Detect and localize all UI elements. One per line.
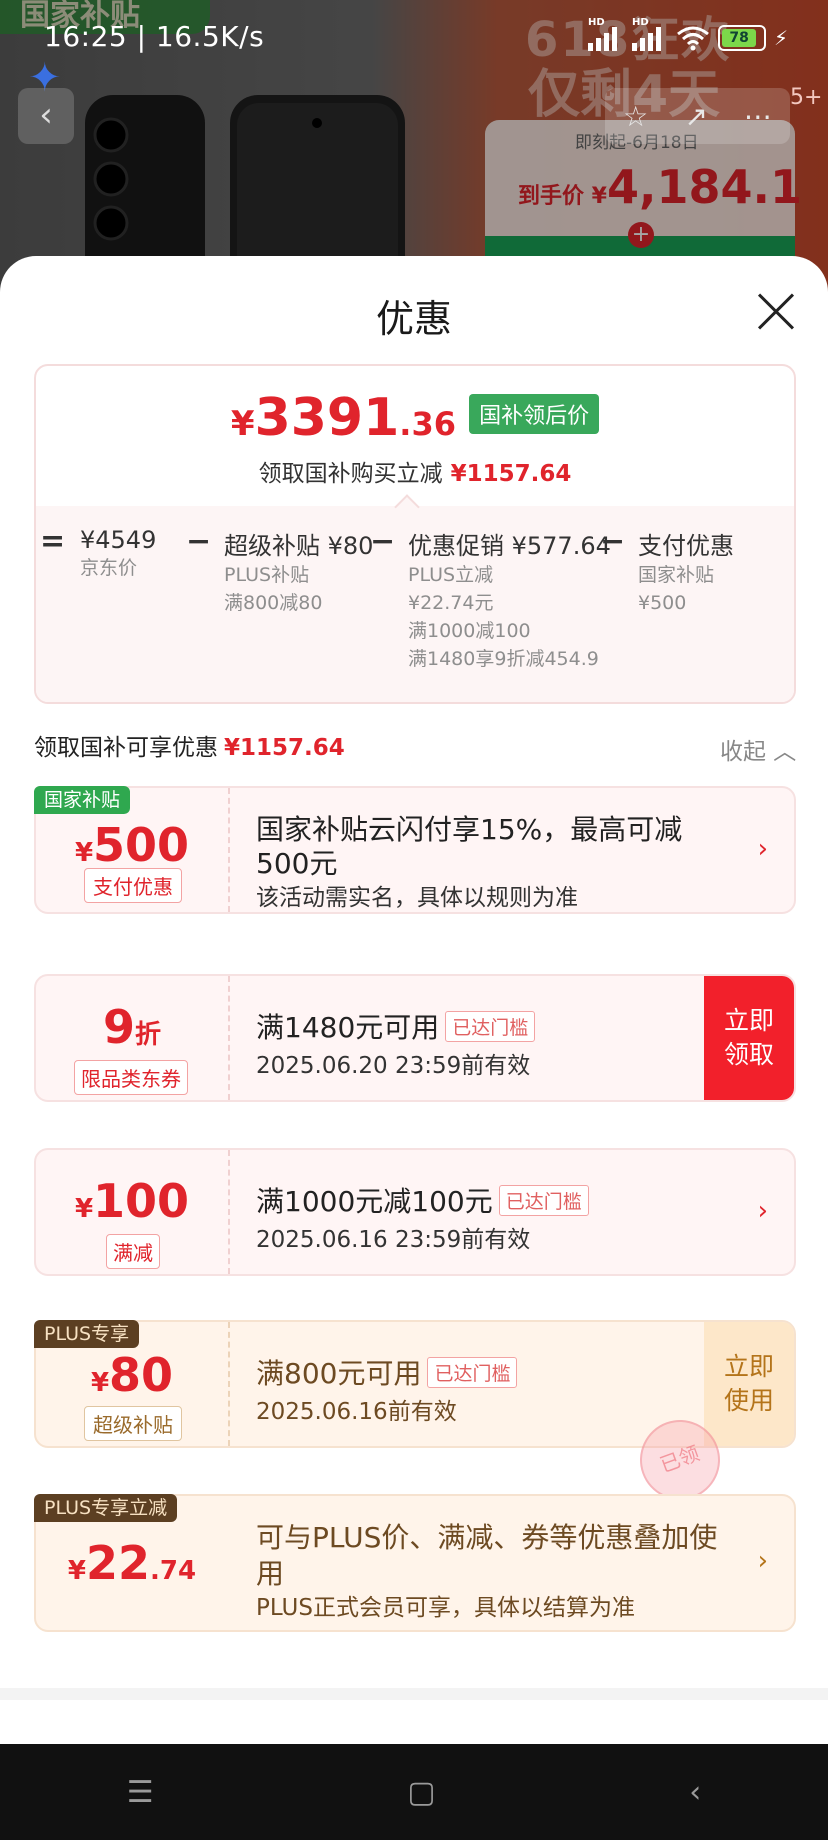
claim-button[interactable]: 立即 领取: [704, 976, 794, 1100]
sheet-divider: [0, 1688, 828, 1700]
breakdown-promotion: 优惠促销 ¥577.64 PLUS立减 ¥22.74元 满1000减100 满1…: [408, 532, 611, 670]
coupon-type: 支付优惠: [84, 868, 182, 903]
favorite-icon[interactable]: ☆: [623, 100, 648, 133]
collapse-button[interactable]: 收起 ︿: [720, 732, 796, 766]
coupon-title-line2: 用: [256, 1557, 285, 1590]
coupon-amount: ¥500: [74, 818, 190, 872]
coupon-title: 满800元可用 已达门槛: [256, 1352, 518, 1392]
coupon-validity: 2025.06.16 23:59前有效: [256, 1227, 531, 1253]
top-actions: ☆ ↗ ⋯: [605, 88, 790, 144]
saved-amount: 领取国补购买立减 ¥1157.64: [258, 461, 572, 487]
back-button[interactable]: ‹: [18, 88, 74, 144]
coupon-title: 可与PLUS价、满减、券等优惠叠加使: [256, 1521, 718, 1554]
use-button[interactable]: 立即 使用: [704, 1322, 794, 1446]
chevron-right-icon[interactable]: ›: [758, 1196, 768, 1226]
coupon-validity: 2025.06.20 23:59前有效: [256, 1053, 531, 1079]
coupon-type: 限品类东券: [74, 1060, 188, 1095]
price-summary: ¥3391.36 国补领后价 领取国补购买立减 ¥1157.64 = ¥4549 …: [34, 364, 796, 704]
breakdown-payment: 支付优惠 国家补贴 ¥500: [638, 532, 734, 614]
operator-minus: −: [600, 524, 626, 559]
chevron-right-icon[interactable]: ›: [758, 834, 768, 864]
system-nav-bar: ☰ ▢ ‹: [0, 1744, 828, 1840]
status-icons: HD HD 78 ⚡: [587, 17, 788, 54]
coupon-type: 超级补贴: [84, 1406, 182, 1441]
final-price-tag: 国补领后价: [469, 394, 600, 434]
coupon-card-reduction[interactable]: ¥100 满减 满1000元减100元 已达门槛 2025.06.16 23:59…: [34, 1148, 796, 1276]
coupon-amount: ¥100: [74, 1174, 190, 1228]
coupon-title: 满1000元减100元 已达门槛: [256, 1180, 589, 1220]
coupon-note: 该活动需实名，具体以规则为准: [256, 885, 578, 911]
home-icon[interactable]: ▢: [407, 1775, 435, 1810]
chevron-right-icon[interactable]: ›: [758, 1546, 768, 1576]
section-heading: 领取国补可享优惠 ¥1157.64: [34, 735, 345, 761]
close-icon[interactable]: [756, 292, 796, 332]
coupon-validity: 2025.06.16前有效: [256, 1399, 457, 1425]
message-badge: 5+: [790, 85, 823, 110]
coupon-amount: ¥80: [90, 1348, 174, 1402]
plus-exclusive-tag: PLUS专享: [34, 1320, 140, 1348]
back-icon[interactable]: ‹: [689, 1775, 701, 1810]
final-price: ¥3391.36 国补领后价: [36, 388, 794, 448]
operator-minus: −: [186, 524, 212, 559]
plus-instant-tag: PLUS专享立减: [34, 1494, 178, 1522]
status-time: 16:25 | 16.5K/s: [44, 20, 265, 53]
signal-icon: HD: [631, 17, 668, 51]
battery-icon: 78: [717, 25, 766, 51]
wifi-icon: [677, 26, 709, 51]
share-icon[interactable]: ↗: [684, 100, 707, 133]
sheet-title: 优惠: [375, 297, 452, 341]
menu-icon[interactable]: ☰: [127, 1775, 154, 1810]
coupon-type: 满减: [106, 1234, 160, 1269]
status-bar: 16:25 | 16.5K/s HD HD 78 ⚡: [0, 0, 828, 76]
discount-sheet: 优惠 ¥3391.36 国补领后价 领取国补购买立减 ¥1157.64 = ¥45…: [0, 256, 828, 1744]
more-icon[interactable]: ⋯: [744, 100, 772, 133]
charging-icon: ⚡: [773, 26, 788, 50]
coupon-amount: ¥22.74: [67, 1536, 197, 1590]
operator-equals: =: [40, 524, 66, 559]
coupon-title: 满1480元可用 已达门槛: [256, 1006, 536, 1046]
operator-minus: −: [370, 524, 396, 559]
coupon-note: PLUS正式会员可享，具体以结算为准: [256, 1595, 635, 1621]
signal-icon: HD: [587, 17, 624, 51]
coupon-amount: 9折: [102, 1000, 162, 1054]
coupon-card-payment[interactable]: ¥500 支付优惠 国家补贴云闪付享15%，最高可减 500元 该活动需实名，具…: [34, 786, 796, 914]
breakdown-super-subsidy: 超级补贴 ¥80 PLUS补贴 满800减80: [224, 532, 374, 614]
coupon-title-line2: 500元: [256, 847, 338, 880]
breakdown-jd-price: ¥4549 京东价: [80, 526, 157, 579]
national-subsidy-tag: 国家补贴: [34, 786, 131, 814]
coupon-card-discount[interactable]: 9折 限品类东券 满1480元可用 已达门槛 2025.06.20 23:59前有…: [34, 974, 796, 1102]
